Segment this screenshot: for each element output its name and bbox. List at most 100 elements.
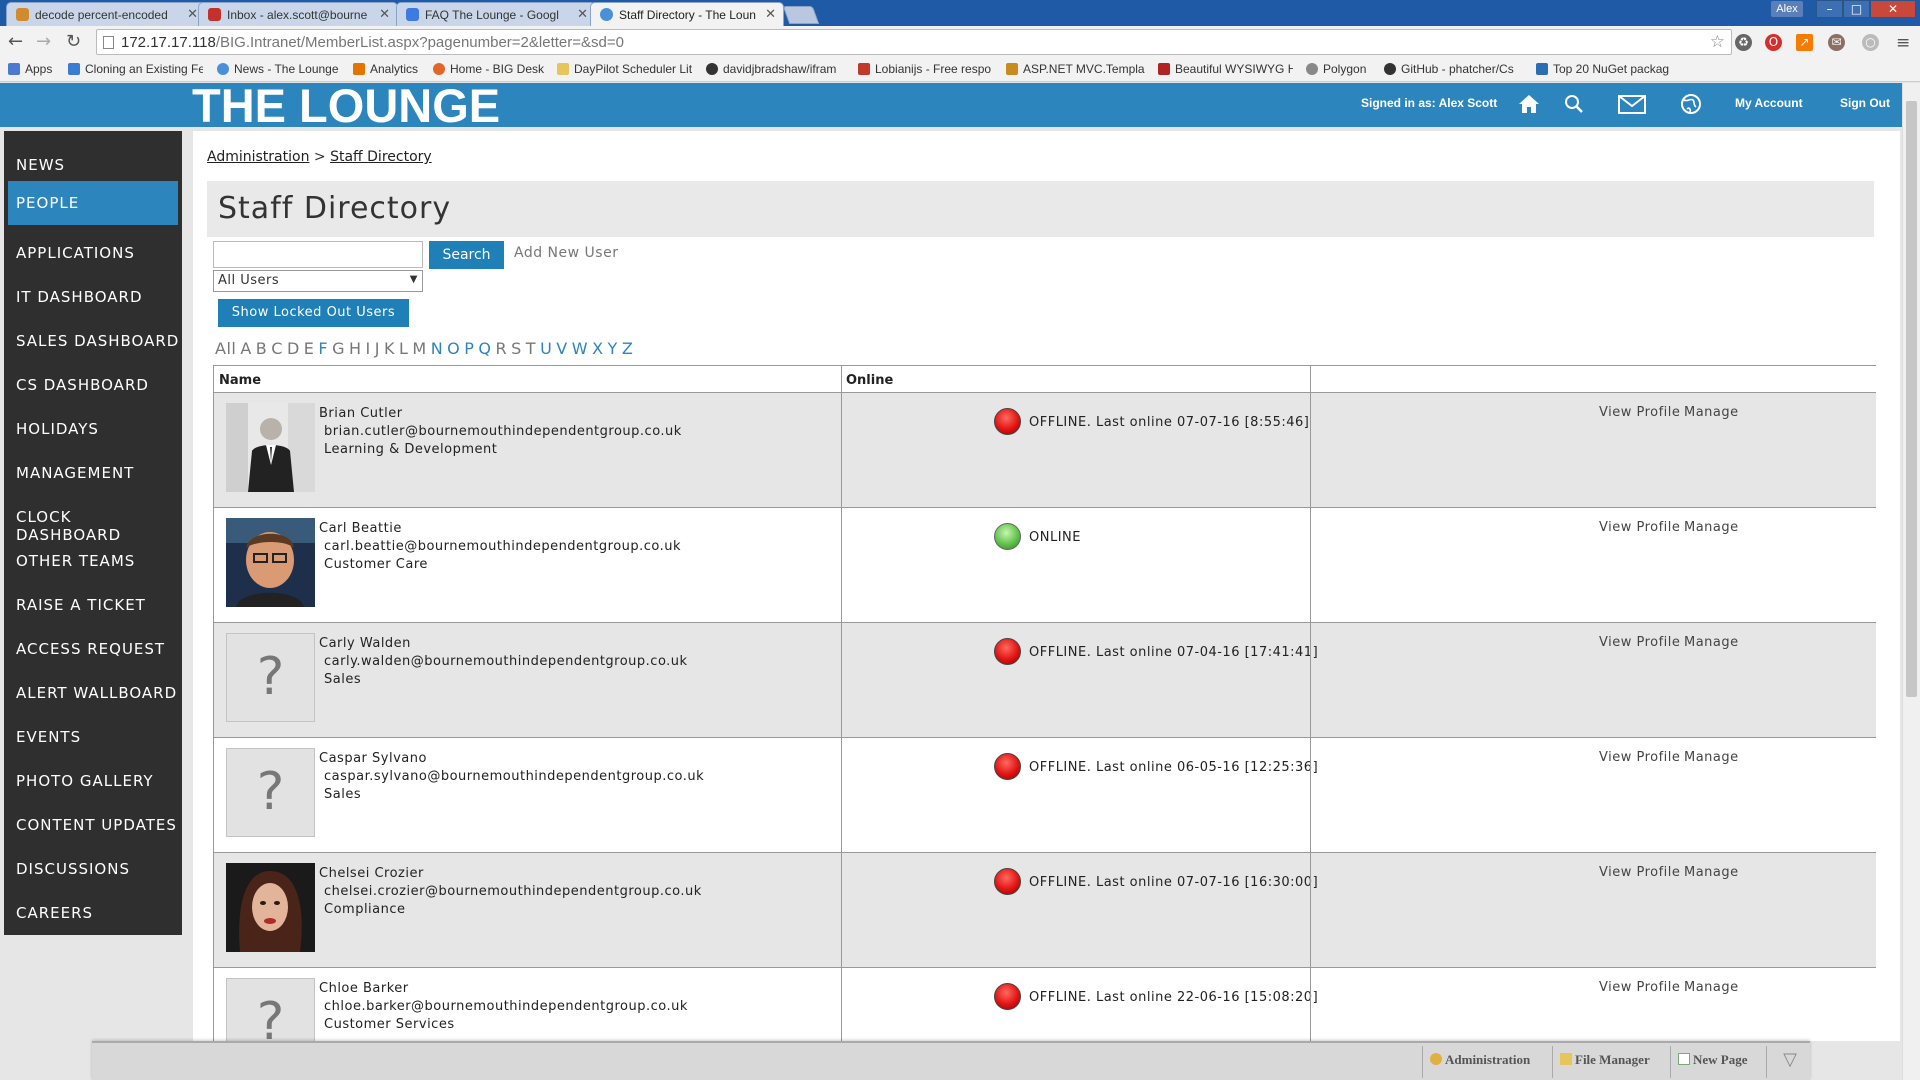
view-profile-link[interactable]: View Profile — [1599, 520, 1680, 535]
letter-c[interactable]: C — [271, 339, 283, 358]
bookmark-item[interactable]: ASP.NET MVC.Templa — [1006, 62, 1146, 76]
sidebar-item-careers[interactable]: CAREERS — [4, 891, 182, 935]
globe-icon[interactable] — [1678, 92, 1704, 116]
sidebar-item-holidays[interactable]: HOLIDAYS — [4, 407, 182, 451]
search-input[interactable] — [213, 241, 423, 268]
sidebar-item-photo-gallery[interactable]: PHOTO GALLERY — [4, 759, 182, 803]
browser-tab-active[interactable]: Staff Directory - The Loun ✕ — [590, 2, 784, 26]
letter-z[interactable]: Z — [622, 339, 633, 358]
manage-link[interactable]: Manage — [1684, 865, 1739, 880]
close-window-button[interactable]: ✕ — [1870, 0, 1916, 18]
letter-i[interactable]: I — [366, 339, 371, 358]
letter-o[interactable]: O — [447, 339, 460, 358]
bookmark-star-icon[interactable]: ☆ — [1710, 32, 1725, 52]
letter-m[interactable]: M — [412, 339, 426, 358]
tab-close-icon[interactable]: ✕ — [765, 6, 776, 22]
sign-out-link[interactable]: Sign Out — [1840, 96, 1890, 110]
bookmark-item[interactable]: News - The Lounge — [217, 62, 339, 76]
letter-u[interactable]: U — [540, 339, 552, 358]
view-profile-link[interactable]: View Profile — [1599, 865, 1680, 880]
sidebar-item-content-updates[interactable]: CONTENT UPDATES — [4, 803, 182, 847]
search-button[interactable]: Search — [429, 241, 504, 269]
letter-f[interactable]: F — [318, 339, 328, 358]
address-bar[interactable]: 172.17.17.118/BIG.Intranet/MemberList.as… — [96, 29, 1732, 55]
profile-badge[interactable]: Alex — [1771, 1, 1803, 17]
view-profile-link[interactable]: View Profile — [1599, 405, 1680, 420]
circle-extension-icon[interactable]: ○ — [1862, 34, 1879, 51]
new-tab-button[interactable] — [782, 6, 820, 24]
bookmark-item[interactable]: GitHub - phatcher/Cs — [1384, 62, 1524, 76]
manage-link[interactable]: Manage — [1684, 635, 1739, 650]
minimize-button[interactable]: – — [1816, 0, 1843, 18]
sidebar-item-sales-dashboard[interactable]: SALES DASHBOARD — [4, 319, 182, 363]
user-filter-select[interactable]: All Users ▼ — [213, 270, 423, 292]
browser-tab[interactable]: FAQ The Lounge - Googl ✕ — [396, 2, 596, 26]
tab-close-icon[interactable]: ✕ — [577, 6, 588, 22]
tab-close-icon[interactable]: ✕ — [187, 6, 198, 22]
letter-p[interactable]: P — [464, 339, 474, 358]
reload-icon[interactable]: ↻ — [66, 31, 81, 52]
add-new-user-link[interactable]: Add New User — [514, 245, 618, 261]
bookmark-item[interactable]: Analytics — [353, 62, 418, 76]
home-icon[interactable] — [1516, 92, 1542, 116]
opera-extension-icon[interactable]: O — [1765, 34, 1782, 51]
page-scrollbar[interactable] — [1902, 83, 1920, 1080]
bookmark-item[interactable]: DayPilot Scheduler Lit — [557, 62, 697, 76]
letter-r[interactable]: R — [496, 339, 508, 358]
letter-y[interactable]: Y — [608, 339, 618, 358]
letter-k[interactable]: K — [384, 339, 395, 358]
letter-g[interactable]: G — [332, 339, 345, 358]
letter-j[interactable]: J — [375, 339, 380, 358]
breadcrumb-administration[interactable]: Administration — [207, 149, 309, 165]
letter-a[interactable]: A — [240, 339, 251, 358]
breadcrumb-staff-directory[interactable]: Staff Directory — [330, 149, 432, 165]
letter-w[interactable]: W — [572, 339, 588, 358]
my-account-link[interactable]: My Account — [1735, 96, 1803, 110]
forward-arrow-icon[interactable]: → — [36, 31, 51, 52]
search-icon[interactable] — [1561, 92, 1587, 116]
sidebar-item-discussions[interactable]: DISCUSSIONS — [4, 847, 182, 891]
sidebar-item-cs-dashboard[interactable]: CS DASHBOARD — [4, 363, 182, 407]
bookmark-item[interactable]: Beautiful WYSIWYG H — [1158, 62, 1293, 76]
sidebar-item-management[interactable]: MANAGEMENT — [4, 451, 182, 495]
sidebar-item-access-request[interactable]: ACCESS REQUEST — [4, 627, 182, 671]
sidebar-item-applications[interactable]: APPLICATIONS — [4, 231, 182, 275]
view-profile-link[interactable]: View Profile — [1599, 635, 1680, 650]
collapse-chevron-icon[interactable]: ▽ — [1772, 1049, 1808, 1075]
manage-link[interactable]: Manage — [1684, 405, 1739, 420]
letter-x[interactable]: X — [592, 339, 603, 358]
sidebar-item-it-dashboard[interactable]: IT DASHBOARD — [4, 275, 182, 319]
browser-tab[interactable]: Inbox - alex.scott@bourne ✕ — [198, 2, 398, 26]
letter-all[interactable]: All — [215, 339, 236, 358]
scrollbar-thumb[interactable] — [1906, 101, 1917, 697]
bookmark-item[interactable]: Cloning an Existing Fe — [68, 62, 203, 76]
letter-q[interactable]: Q — [478, 339, 491, 358]
bookmark-item[interactable]: davidjbradshaw/ifram — [706, 62, 846, 76]
letter-t[interactable]: T — [526, 339, 536, 358]
sidebar-item-alert-wallboard[interactable]: ALERT WALLBOARD — [4, 671, 182, 715]
admin-new-page-button[interactable]: New Page — [1678, 1052, 1748, 1068]
show-locked-out-users-button[interactable]: Show Locked Out Users — [218, 299, 409, 327]
manage-link[interactable]: Manage — [1684, 750, 1739, 765]
recycle-extension-icon[interactable]: ♻ — [1735, 34, 1752, 51]
maximize-button[interactable]: □ — [1843, 0, 1870, 18]
notes-extension-icon[interactable]: ✉ — [1828, 34, 1845, 51]
manage-link[interactable]: Manage — [1684, 980, 1739, 995]
letter-v[interactable]: V — [556, 339, 567, 358]
user-name[interactable]: Chloe Barker — [319, 981, 409, 996]
user-name[interactable]: Carl Beattie — [319, 521, 402, 536]
mail-icon[interactable] — [1617, 92, 1647, 116]
bookmark-item[interactable]: Lobianijs - Free respo — [858, 62, 993, 76]
letter-e[interactable]: E — [304, 339, 315, 358]
letter-l[interactable]: L — [399, 339, 408, 358]
letter-s[interactable]: S — [511, 339, 522, 358]
letter-h[interactable]: H — [349, 339, 362, 358]
admin-administration-button[interactable]: Administration — [1430, 1052, 1530, 1068]
user-name[interactable]: Chelsei Crozier — [319, 866, 424, 881]
sidebar-item-other-teams[interactable]: OTHER TEAMS — [4, 539, 182, 583]
user-name[interactable]: Carly Walden — [319, 636, 411, 651]
user-name[interactable]: Brian Cutler — [319, 406, 403, 421]
bookmark-item[interactable]: Home - BIG Desk — [433, 62, 544, 76]
back-arrow-icon[interactable]: ← — [8, 31, 23, 52]
sidebar-item-raise-a-ticket[interactable]: RAISE A TICKET — [4, 583, 182, 627]
